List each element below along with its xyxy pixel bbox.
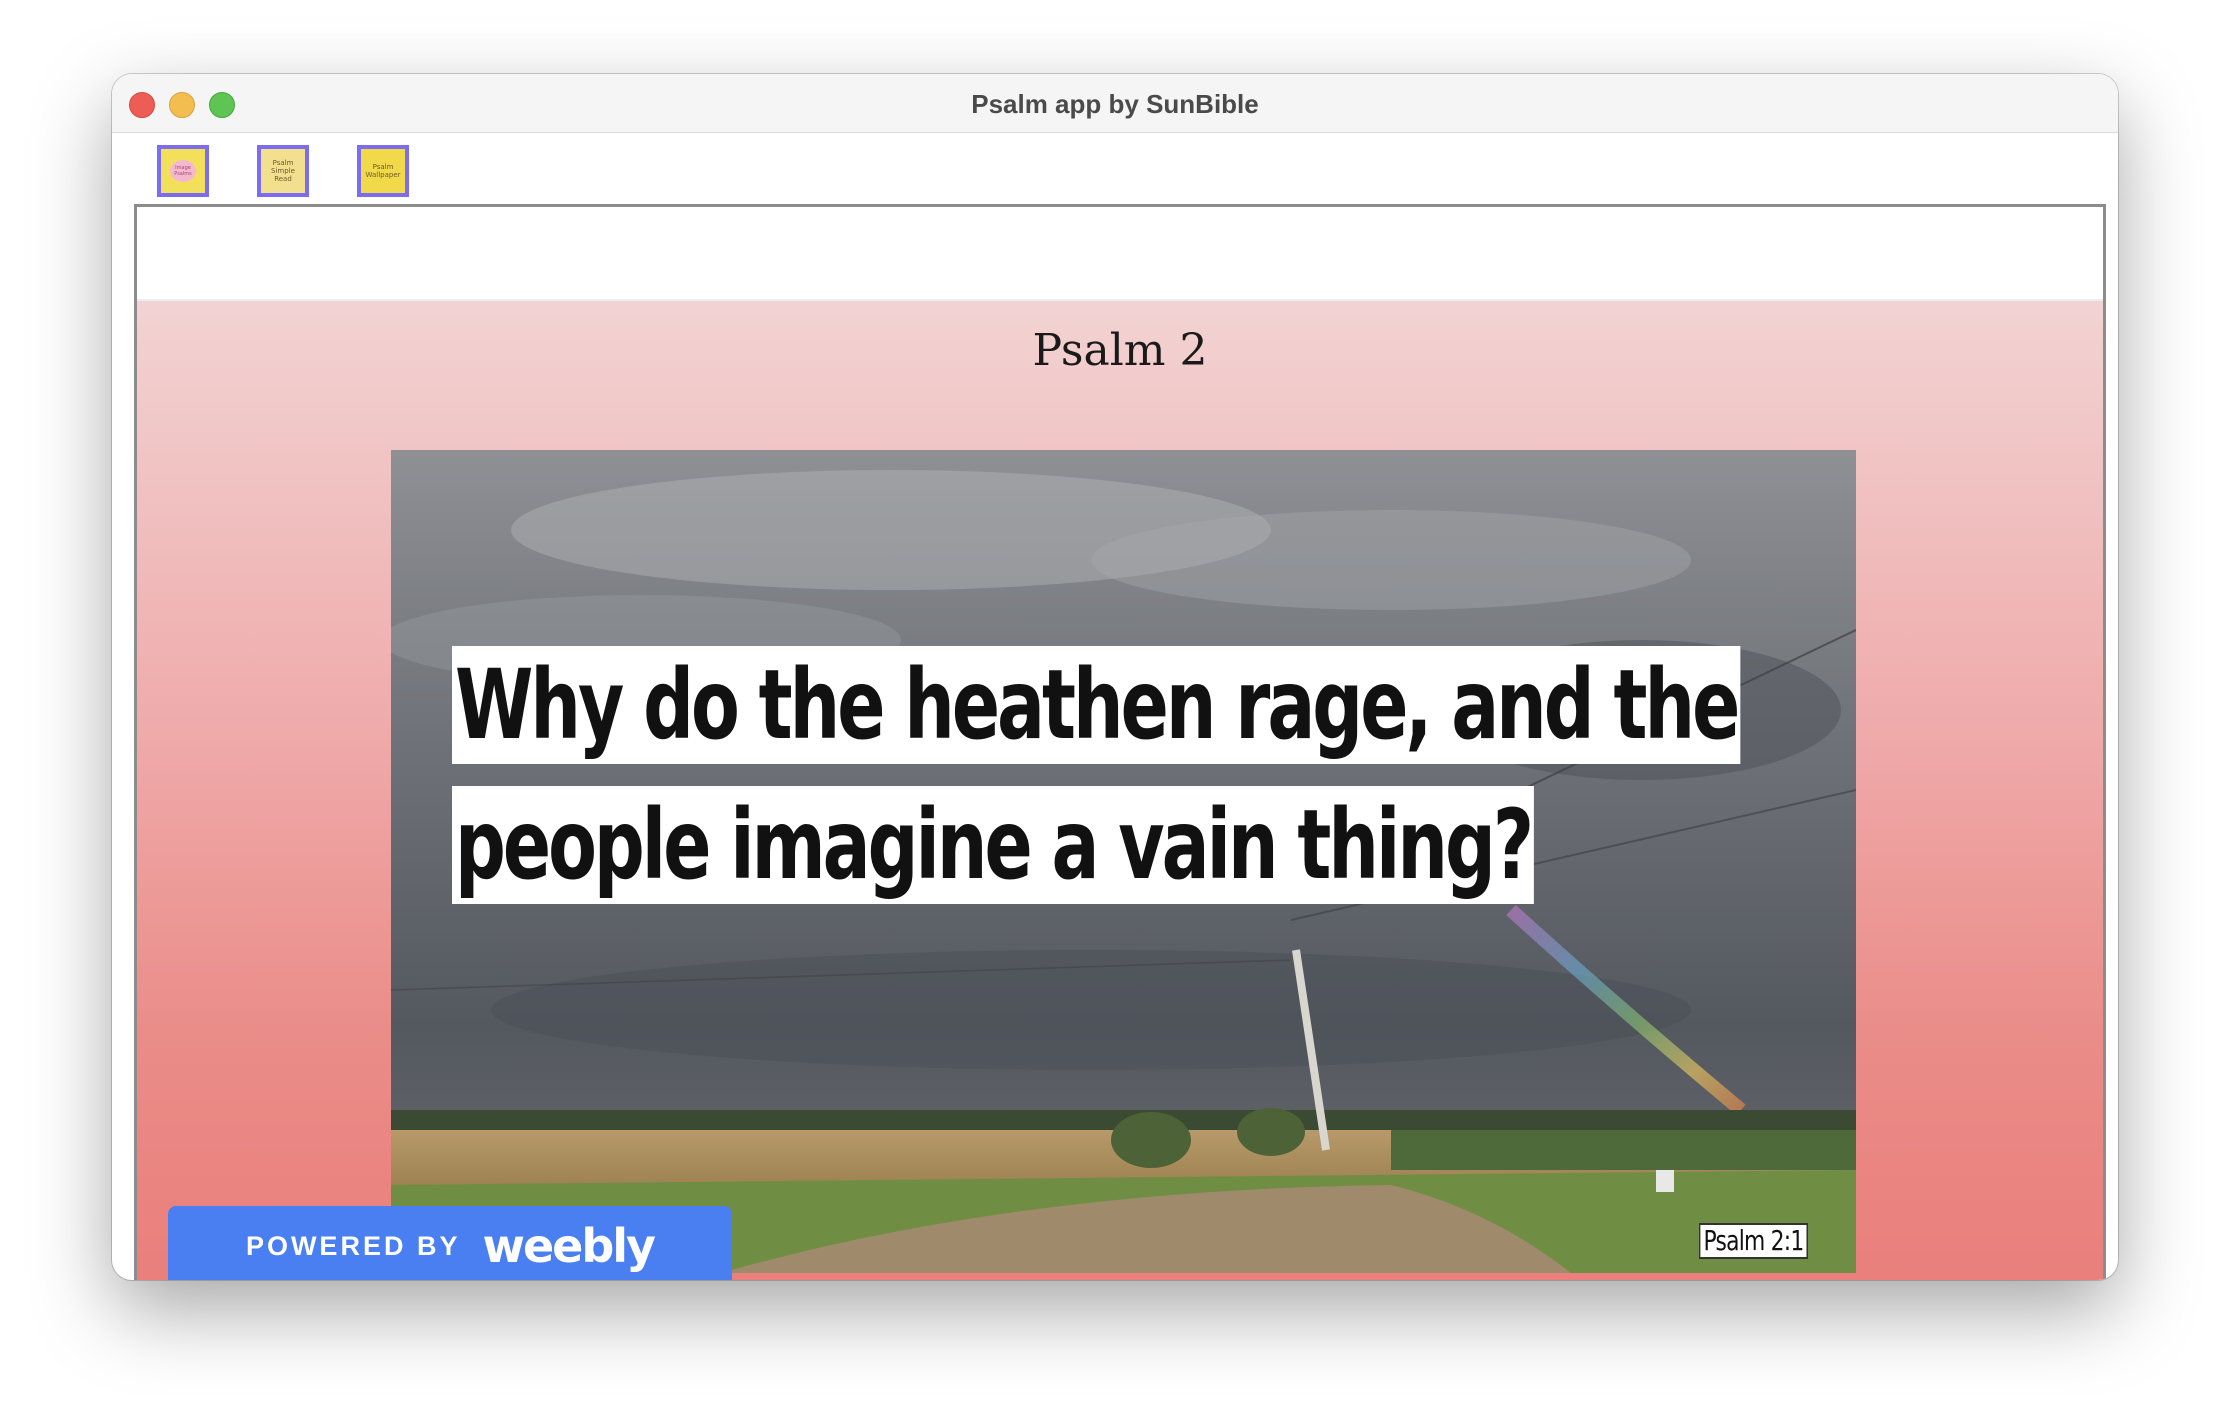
window-title: Psalm app by SunBible <box>971 89 1259 119</box>
toolbar: Image Psalms Psalm Simple Read Psalm Wal… <box>112 133 2118 197</box>
wallpaper-button[interactable]: Psalm Wallpaper <box>357 145 409 197</box>
psalm-verse-image: Why do the heathen rage, and the people … <box>391 450 1856 1273</box>
app-window: Psalm app by SunBible Image Psalms Psalm… <box>112 74 2118 1280</box>
verse-caption-line-2: people imagine a vain thing? <box>452 786 1534 904</box>
simple-read-button[interactable]: Psalm Simple Read <box>257 145 309 197</box>
page-header-area <box>137 207 2103 301</box>
weebly-logo: weebly <box>482 1219 656 1273</box>
psalm-heading: Psalm 2 <box>1032 325 1208 376</box>
simple-read-icon: Psalm Simple Read <box>271 159 295 183</box>
image-psalms-icon: Image Psalms <box>165 153 201 189</box>
wallpaper-icon: Psalm Wallpaper <box>365 163 401 179</box>
title-bar: Psalm app by SunBible <box>112 74 2118 133</box>
powered-by-weebly-badge[interactable]: POWERED BY weebly <box>168 1206 732 1280</box>
verse-caption-line-1: Why do the heathen rage, and the <box>452 646 1741 764</box>
web-content-view[interactable]: Psalm 2 Why do the heathen rage, and the… <box>134 204 2106 1280</box>
image-psalms-button[interactable]: Image Psalms <box>157 145 209 197</box>
verse-reference: Psalm 2:1 <box>1698 1223 1808 1259</box>
powered-by-label: POWERED BY <box>245 1230 461 1261</box>
page-body: Psalm 2 Why do the heathen rage, and the… <box>137 301 2103 1280</box>
